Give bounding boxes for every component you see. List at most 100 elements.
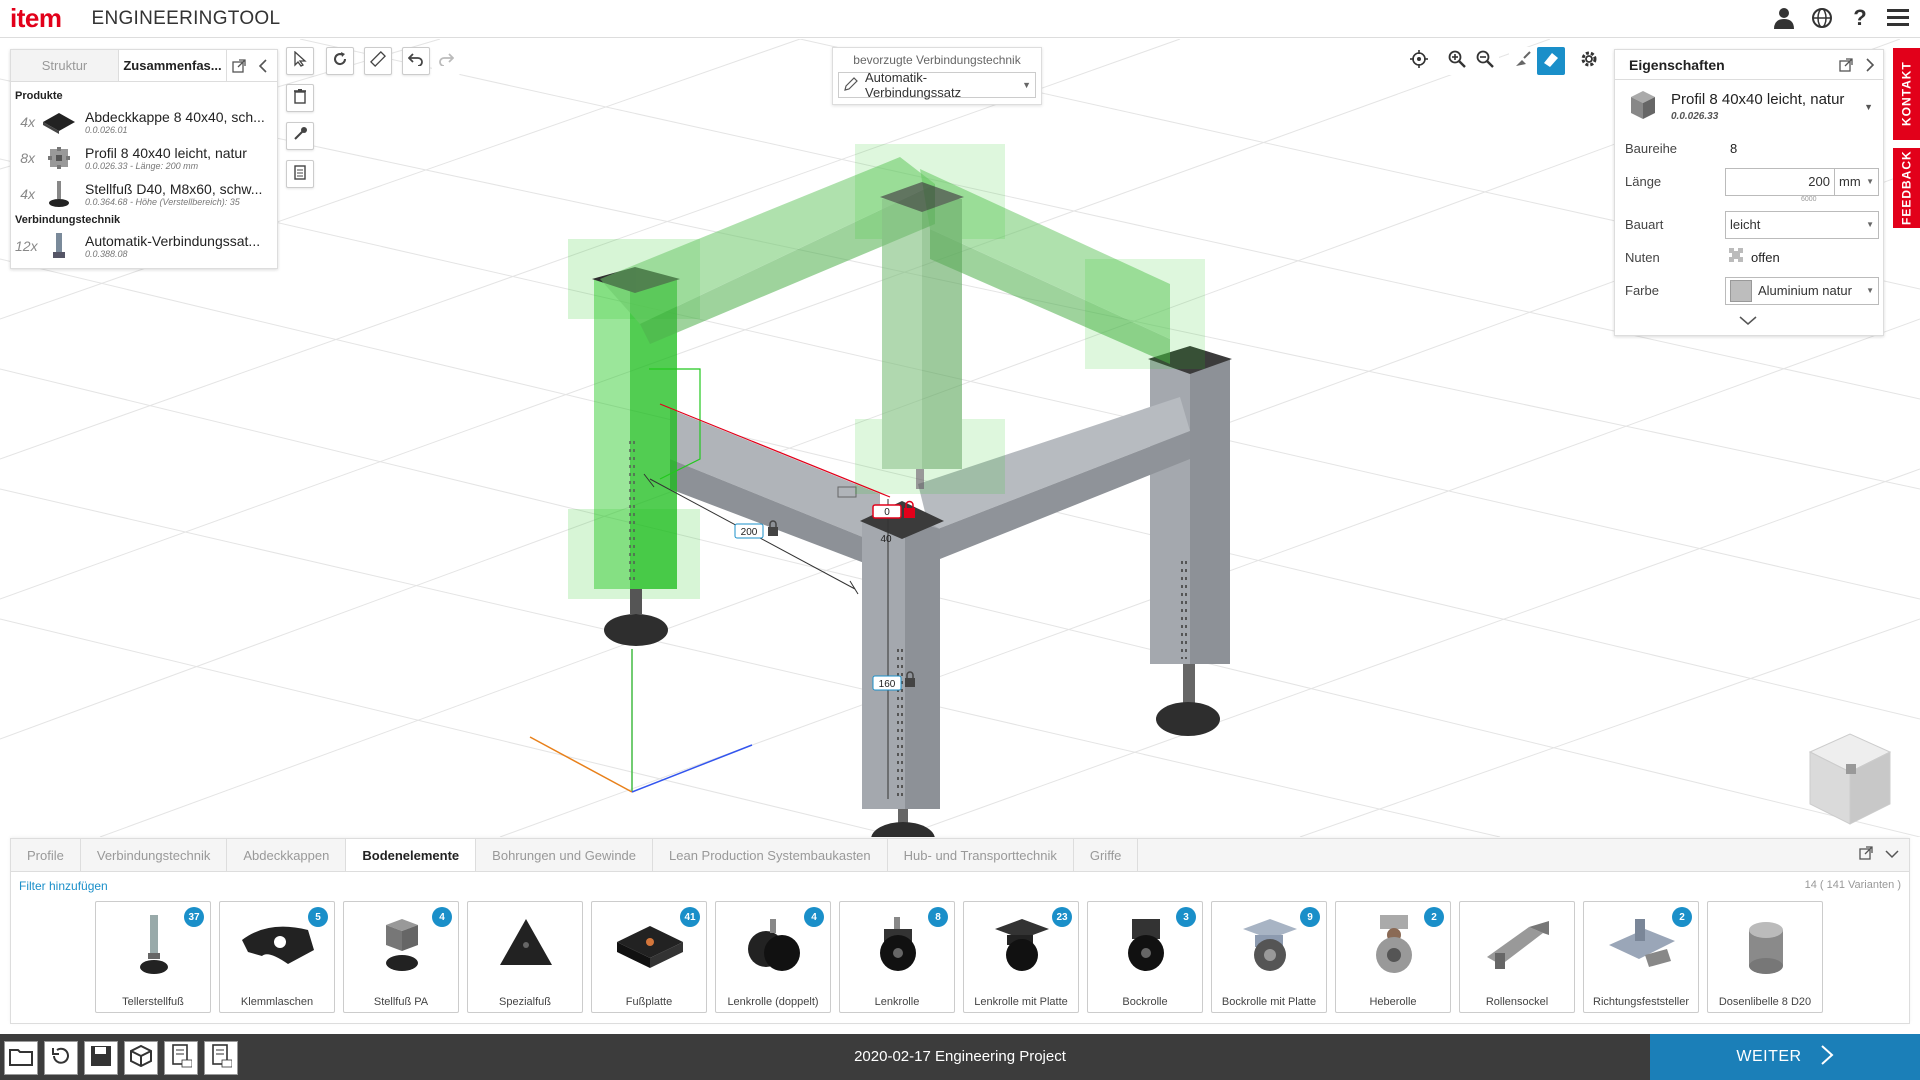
chevron-down-icon[interactable]: [1885, 846, 1899, 864]
pick-button[interactable]: [286, 122, 314, 150]
item-logo[interactable]: item: [10, 3, 62, 34]
property-value: offen: [1751, 250, 1780, 265]
caster-icon: [858, 910, 938, 980]
tab-floor-elements[interactable]: Bodenelemente: [346, 839, 477, 871]
fixed-caster-icon: [1106, 910, 1186, 980]
language-icon[interactable]: [1810, 6, 1834, 30]
chevron-left-icon[interactable]: [251, 50, 275, 81]
csv-export-button[interactable]: [204, 1041, 238, 1075]
list-item[interactable]: 4x Abdeckkappe 8 40x40, sch... 0.0.026.0…: [11, 104, 277, 140]
list-item[interactable]: 8x Profil 8 40x40 leicht, natur 0.0.026.…: [11, 140, 277, 176]
ruler-icon: [370, 50, 386, 72]
3d-model-button[interactable]: [124, 1041, 158, 1075]
contact-tab[interactable]: KONTAKT: [1893, 48, 1920, 140]
add-filter-link[interactable]: Filter hinzufügen: [19, 879, 108, 893]
clipboard-button[interactable]: [286, 160, 314, 188]
lock-icon-red[interactable]: [904, 500, 915, 518]
expand-chevron-icon[interactable]: [1739, 313, 1757, 331]
catalog-item-lenkrolle-mit-platte[interactable]: 23 Lenkrolle mit Platte: [963, 901, 1079, 1013]
open-button[interactable]: [4, 1041, 38, 1075]
next-button[interactable]: WEITER: [1650, 1034, 1920, 1080]
item-quantity: 12x: [15, 238, 38, 254]
catalog-item-klemmlaschen[interactable]: 5 Klemmlaschen: [219, 901, 335, 1013]
variant-badge: 2: [1672, 907, 1692, 927]
connection-dropdown[interactable]: Automatik-Verbindungssatz ▼: [838, 70, 1036, 100]
feedback-tab[interactable]: FEEDBACK: [1893, 148, 1920, 228]
variant-count: 14 ( 141 Varianten ): [1804, 879, 1901, 891]
chevron-down-icon[interactable]: ▼: [1864, 102, 1873, 112]
product-name: Profil 8 40x40 leicht, natur: [85, 145, 247, 161]
type-value: leicht: [1730, 217, 1761, 232]
section-products: Produkte: [15, 90, 63, 102]
profile-leg-front[interactable]: [860, 501, 944, 837]
zoom-out-button[interactable]: [1471, 47, 1499, 75]
profile-beam-front-left[interactable]: [670, 409, 880, 569]
profile-icon: [41, 144, 77, 172]
list-item[interactable]: 12x Automatik-Verbindungssat... 0.0.388.…: [11, 228, 277, 264]
select-tool-button[interactable]: [286, 47, 314, 75]
color-select[interactable]: Aluminium natur ▼: [1725, 276, 1879, 305]
list-item[interactable]: 4x Stellfuß D40, M8x60, schw... 0.0.364.…: [11, 176, 277, 212]
clean-view-button[interactable]: [1509, 47, 1537, 75]
user-icon[interactable]: [1772, 6, 1796, 30]
length-input[interactable]: 200: [1725, 167, 1835, 196]
view-cube[interactable]: [1808, 733, 1892, 825]
tab-structure[interactable]: Struktur: [11, 50, 119, 81]
history-button[interactable]: [44, 1041, 78, 1075]
z-axis: [631, 744, 753, 793]
dimension-offset[interactable]: 0: [872, 504, 902, 519]
variant-badge: 3: [1176, 907, 1196, 927]
tab-handles[interactable]: Griffe: [1074, 839, 1139, 871]
menu-icon[interactable]: [1886, 6, 1910, 30]
catalog-item-dosenlibelle[interactable]: Dosenlibelle 8 D20: [1707, 901, 1823, 1013]
product-name: Abdeckkappe 8 40x40, sch...: [85, 109, 265, 125]
tab-connections[interactable]: Verbindungstechnik: [81, 839, 228, 871]
help-icon[interactable]: ?: [1848, 5, 1872, 30]
catalog-item-lenkrolle-doppelt[interactable]: 4 Lenkrolle (doppelt): [715, 901, 831, 1013]
catalog-item-spezialfuss[interactable]: Spezialfuß: [467, 901, 583, 1013]
tab-profiles[interactable]: Profile: [11, 839, 81, 871]
slot-profile-icon[interactable]: [1727, 246, 1745, 269]
pa-foot-icon: [362, 910, 442, 980]
variant-badge: 4: [432, 907, 452, 927]
tab-lean-production[interactable]: Lean Production Systembaukasten: [653, 839, 888, 871]
card-label: Stellfuß PA: [373, 996, 429, 1008]
catalog-item-stellfuss-pa[interactable]: 4 Stellfuß PA: [343, 901, 459, 1013]
tab-drilling[interactable]: Bohrungen und Gewinde: [476, 839, 654, 871]
popout-icon[interactable]: [227, 50, 251, 81]
catalog-item-lenkrolle[interactable]: 8 Lenkrolle: [839, 901, 955, 1013]
edit-mode-button[interactable]: [1537, 47, 1565, 75]
dimension-length[interactable]: 200: [734, 523, 764, 539]
popout-icon[interactable]: [1839, 58, 1853, 75]
properties-title: Eigenschaften: [1629, 56, 1725, 73]
tab-caps[interactable]: Abdeckkappen: [227, 839, 347, 871]
delete-button[interactable]: [286, 84, 314, 112]
svg-text:160: 160: [879, 679, 896, 690]
measure-button[interactable]: [364, 47, 392, 75]
card-label: Bockrolle: [1122, 996, 1168, 1008]
catalog-item-richtungsfeststeller[interactable]: 2 Richtungsfeststeller: [1583, 901, 1699, 1013]
tab-lifting-transport[interactable]: Hub- und Transporttechnik: [888, 839, 1074, 871]
popout-icon[interactable]: [1859, 845, 1873, 865]
undo-button[interactable]: [402, 47, 430, 75]
redo-button[interactable]: [432, 47, 460, 75]
catalog-item-bockrolle[interactable]: 3 Bockrolle: [1087, 901, 1203, 1013]
settings-button[interactable]: [1575, 47, 1603, 75]
type-select[interactable]: leicht ▼: [1725, 210, 1879, 239]
rotate-button[interactable]: [326, 47, 354, 75]
tab-summary[interactable]: Zusammenfas...: [119, 50, 227, 81]
catalog-item-heberolle[interactable]: 2 Heberolle: [1335, 901, 1451, 1013]
save-button[interactable]: [84, 1041, 118, 1075]
dimension-height[interactable]: 160: [872, 675, 902, 691]
center-view-button[interactable]: [1405, 47, 1433, 75]
catalog-item-tellerstellfuss[interactable]: 37 Tellerstellfuß: [95, 901, 211, 1013]
zoom-in-button[interactable]: [1443, 47, 1471, 75]
special-foot-icon: [486, 910, 566, 980]
catalog-item-fussplatte[interactable]: 41 Fußplatte: [591, 901, 707, 1013]
selected-item[interactable]: Profil 8 40x40 leicht, natur 0.0.026.33 …: [1615, 80, 1883, 132]
catalog-item-bockrolle-mit-platte[interactable]: 9 Bockrolle mit Platte: [1211, 901, 1327, 1013]
chevron-right-icon[interactable]: [1865, 58, 1875, 75]
catalog-item-rollensockel[interactable]: Rollensockel: [1459, 901, 1575, 1013]
pdf-export-button[interactable]: [164, 1041, 198, 1075]
unit-select[interactable]: mm ▼: [1835, 167, 1879, 196]
